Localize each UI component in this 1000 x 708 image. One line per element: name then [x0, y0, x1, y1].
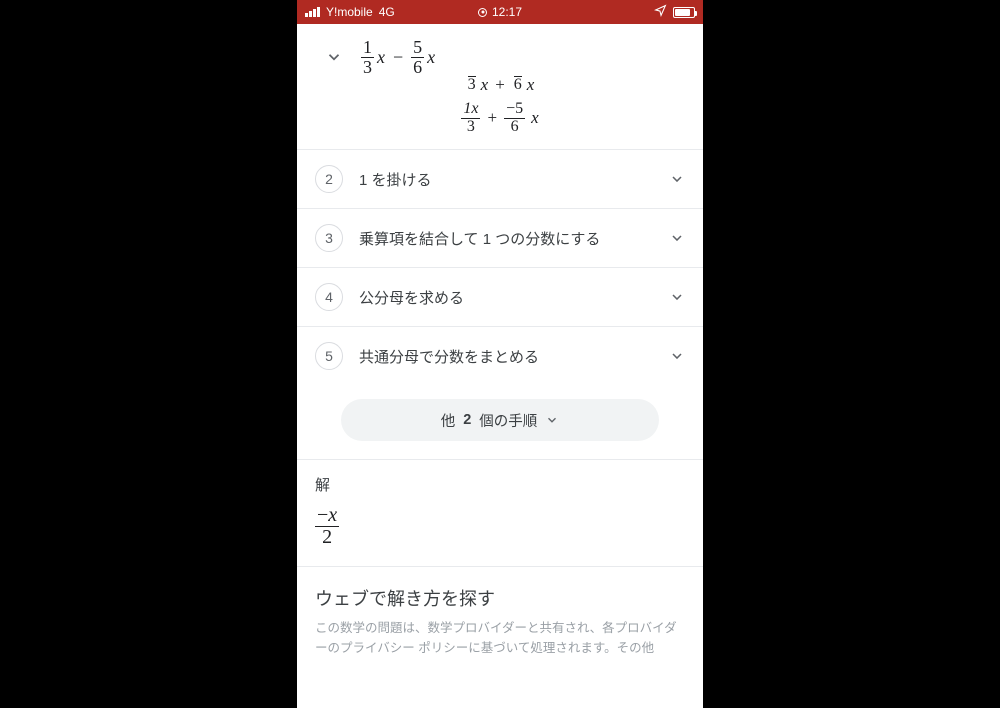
- chevron-down-icon: [325, 48, 343, 66]
- step-label: 乗算項を結合して 1 つの分数にする: [359, 228, 653, 249]
- signal-icon: [305, 7, 320, 17]
- more-steps-button[interactable]: 他 2 個の手順: [341, 399, 659, 441]
- status-center: 12:17: [478, 5, 522, 19]
- step-number: 3: [315, 224, 343, 252]
- network-label: 4G: [379, 5, 395, 19]
- content: 13 x − 56 x 3 x + 6 x 1x3 + −56 x: [297, 24, 703, 708]
- step-label: 1 を掛ける: [359, 169, 653, 190]
- web-search-title: ウェブで解き方を探す: [297, 567, 703, 619]
- work-line-1: 3 x + 6 x: [466, 75, 535, 95]
- chevron-down-icon: [545, 413, 559, 427]
- step-label: 共通分母で分数をまとめる: [359, 346, 653, 367]
- step-4[interactable]: 4 公分母を求める: [297, 268, 703, 326]
- step-number: 5: [315, 342, 343, 370]
- chevron-down-icon: [669, 289, 685, 305]
- location-icon: [654, 4, 667, 20]
- step-label: 公分母を求める: [359, 287, 653, 308]
- recording-icon: [478, 8, 487, 17]
- work-line-2: 1x3 + −56 x: [461, 101, 538, 136]
- chevron-down-icon: [669, 230, 685, 246]
- solution-value: −x 2: [315, 505, 685, 548]
- step-number: 2: [315, 165, 343, 193]
- step-3[interactable]: 3 乗算項を結合して 1 つの分数にする: [297, 209, 703, 267]
- solution-section: 解 −x 2: [297, 460, 703, 558]
- phone-frame: Y!mobile 4G 12:17 13 x − 56 x: [297, 0, 703, 708]
- chevron-down-icon: [669, 348, 685, 364]
- status-bar: Y!mobile 4G 12:17: [297, 0, 703, 24]
- original-expression: 13 x − 56 x: [361, 38, 435, 77]
- carrier-label: Y!mobile: [326, 5, 373, 19]
- work-lines: 3 x + 6 x 1x3 + −56 x: [297, 85, 703, 150]
- more-steps-suffix: 個の手順: [479, 410, 537, 431]
- step-number: 4: [315, 283, 343, 311]
- more-steps-prefix: 他: [441, 410, 456, 431]
- chevron-down-icon: [669, 171, 685, 187]
- step-2[interactable]: 2 1 を掛ける: [297, 150, 703, 208]
- step-5[interactable]: 5 共通分母で分数をまとめる: [297, 327, 703, 385]
- status-right: [654, 4, 695, 20]
- web-search-description: この数学の問題は、数学プロバイダーと共有され、各プロバイダーのプライバシー ポリ…: [297, 619, 703, 658]
- battery-icon: [673, 7, 695, 18]
- status-left: Y!mobile 4G: [305, 5, 395, 19]
- clock: 12:17: [492, 5, 522, 19]
- solution-title: 解: [315, 474, 685, 495]
- more-steps-count: 2: [463, 412, 471, 428]
